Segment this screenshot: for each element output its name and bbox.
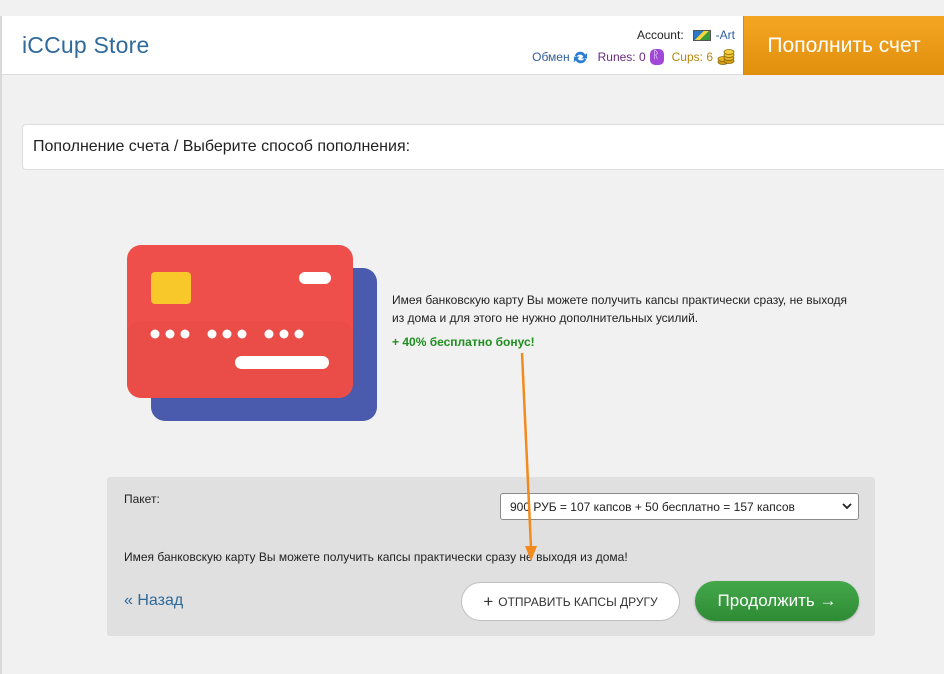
- bonus-text: + 40% бесплатно бонус!: [392, 335, 535, 349]
- exchange-icon[interactable]: [573, 50, 588, 65]
- country-flag-icon: [692, 29, 711, 41]
- plus-icon: +: [483, 592, 494, 611]
- breadcrumb-text: Пополнение счета / Выберите способ попол…: [33, 138, 411, 155]
- chevron-down-icon: [842, 503, 852, 510]
- continue-button[interactable]: Продолжить →: [695, 581, 859, 621]
- account-label: Account:: [636, 28, 684, 42]
- stats-row: Обмен Runes: 0 Cups: 6: [532, 48, 735, 66]
- payment-panel: Пакет: 900 РУБ = 107 капсов + 50 бесплат…: [107, 477, 875, 636]
- package-select[interactable]: 900 РУБ = 107 капсов + 50 бесплатно = 15…: [500, 493, 859, 520]
- rune-icon: [649, 49, 664, 65]
- package-selected-value: 900 РУБ = 107 капсов + 50 бесплатно = 15…: [510, 499, 795, 514]
- runes-count: Runes: 0: [597, 50, 646, 64]
- top-strip: [0, 0, 944, 16]
- topup-button[interactable]: Пополнить счет: [743, 16, 944, 75]
- coins-icon: [717, 49, 735, 65]
- account-name-link[interactable]: -Art: [716, 28, 735, 42]
- cups-count: Cups: 6: [671, 50, 713, 64]
- send-to-friend-button[interactable]: + ОТПРАВИТЬ КАПСЫ ДРУГУ: [461, 582, 680, 621]
- panel-note: Имея банковскую карту Вы можете получить…: [124, 550, 628, 564]
- left-edge: [0, 16, 2, 674]
- package-label: Пакет:: [124, 492, 160, 506]
- bank-card-illustration-icon: [127, 245, 377, 421]
- exchange-link[interactable]: Обмен: [532, 50, 570, 64]
- breadcrumb: Пополнение счета / Выберите способ попол…: [22, 124, 944, 170]
- method-description: Имея банковскую карту Вы можете получить…: [392, 293, 847, 325]
- store-logo[interactable]: iCCup Store: [22, 32, 149, 59]
- back-link[interactable]: « Назад: [124, 592, 183, 610]
- send-to-friend-label: ОТПРАВИТЬ КАПСЫ ДРУГУ: [498, 594, 658, 609]
- account-row: Account: -Art: [637, 28, 735, 42]
